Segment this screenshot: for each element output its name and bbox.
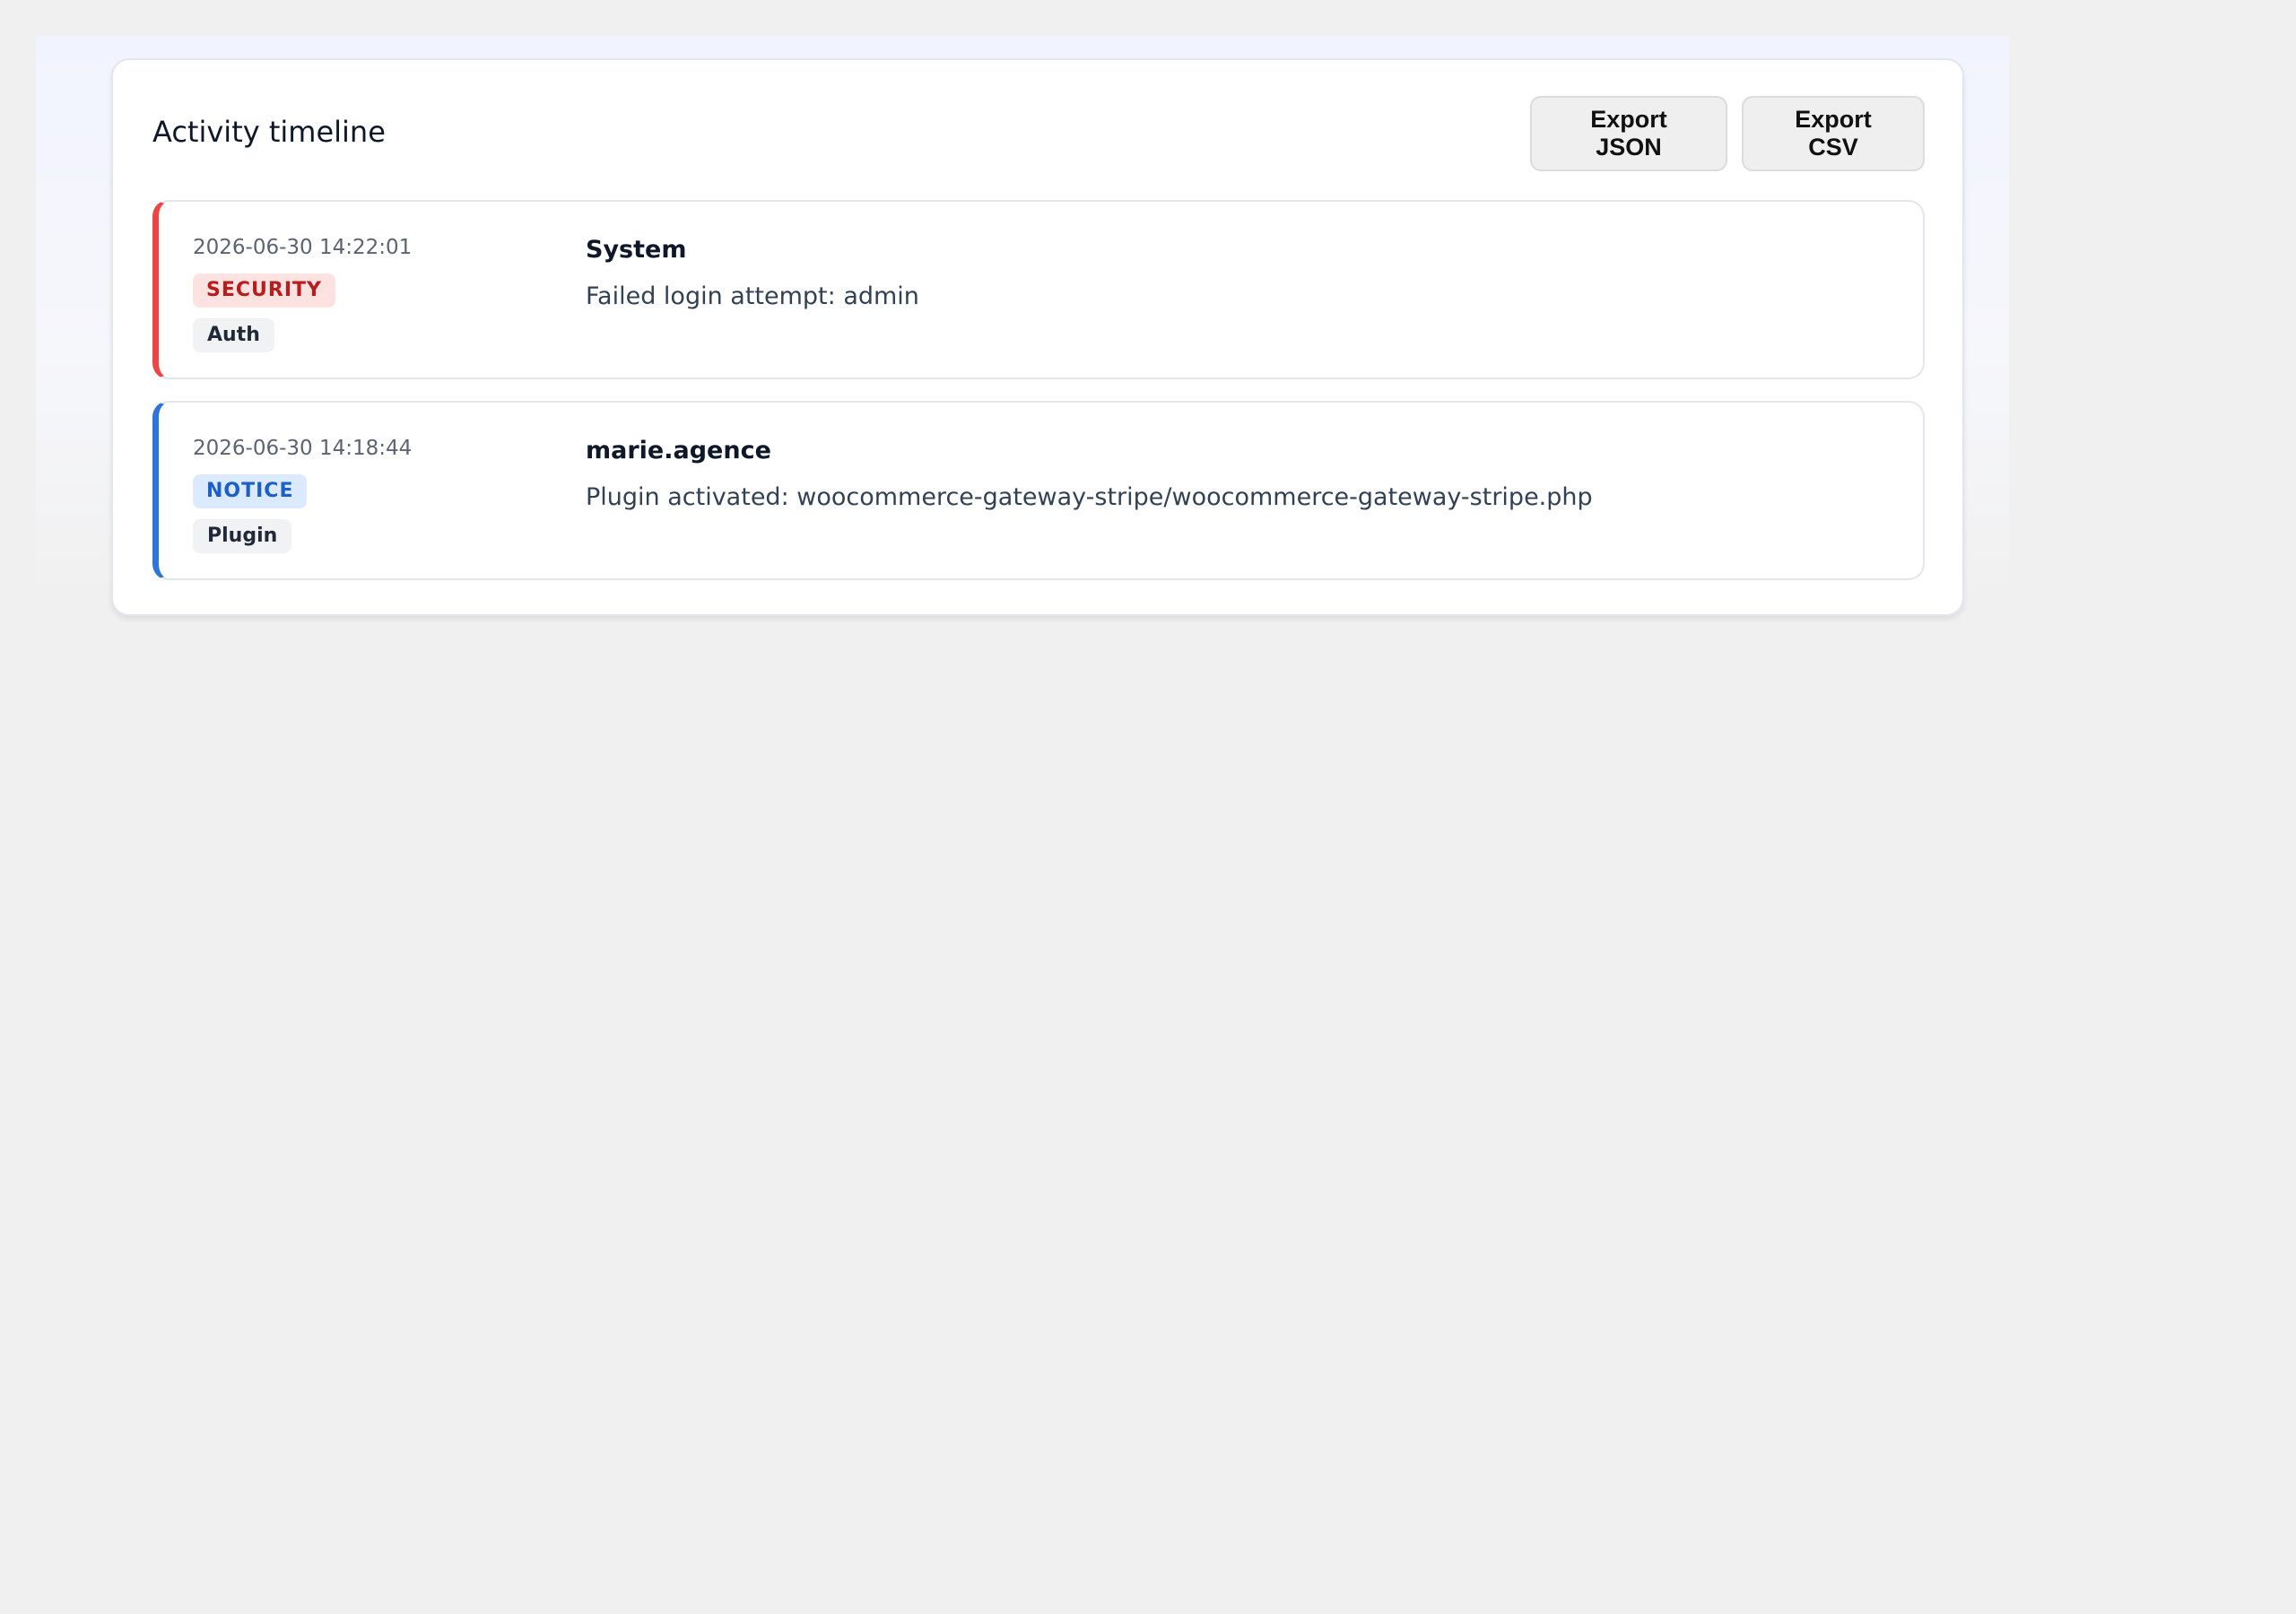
entry-message: Failed login attempt: admin <box>586 282 919 310</box>
entry-meta: 2026-06-30 14:18:44 NOTICE Plugin <box>193 435 412 553</box>
panel-title: Activity timeline <box>152 115 386 149</box>
entry-timestamp: 2026-06-30 14:22:01 <box>193 236 413 259</box>
activity-timeline-panel: Activity timeline Export JSON Export CSV… <box>111 58 1964 616</box>
entry-meta: 2026-06-30 14:22:01 SECURITY Auth <box>193 234 412 352</box>
entry-body: marie.agence Plugin activated: woocommer… <box>586 435 1593 514</box>
entry-timestamp: 2026-06-30 14:18:44 <box>193 437 413 460</box>
timeline-list: 2026-06-30 14:22:01 SECURITY Auth System… <box>152 200 1925 602</box>
timeline-entry: 2026-06-30 14:18:44 NOTICE Plugin marie.… <box>152 401 1925 580</box>
category-badge: Plugin <box>193 519 292 553</box>
entry-message: Plugin activated: woocommerce-gateway-st… <box>586 483 1593 511</box>
entry-actor: System <box>586 236 687 264</box>
export-json-button[interactable]: Export JSON <box>1530 96 1727 171</box>
entry-body: System Failed login attempt: admin <box>586 234 919 313</box>
category-badge: Auth <box>193 318 274 352</box>
timeline-entry: 2026-06-30 14:22:01 SECURITY Auth System… <box>152 200 1925 379</box>
level-badge: SECURITY <box>193 273 335 308</box>
entry-actor: marie.agence <box>586 437 771 464</box>
export-actions: Export JSON Export CSV <box>1530 96 1925 171</box>
export-csv-button[interactable]: Export CSV <box>1742 96 1925 171</box>
level-badge: NOTICE <box>193 474 308 508</box>
